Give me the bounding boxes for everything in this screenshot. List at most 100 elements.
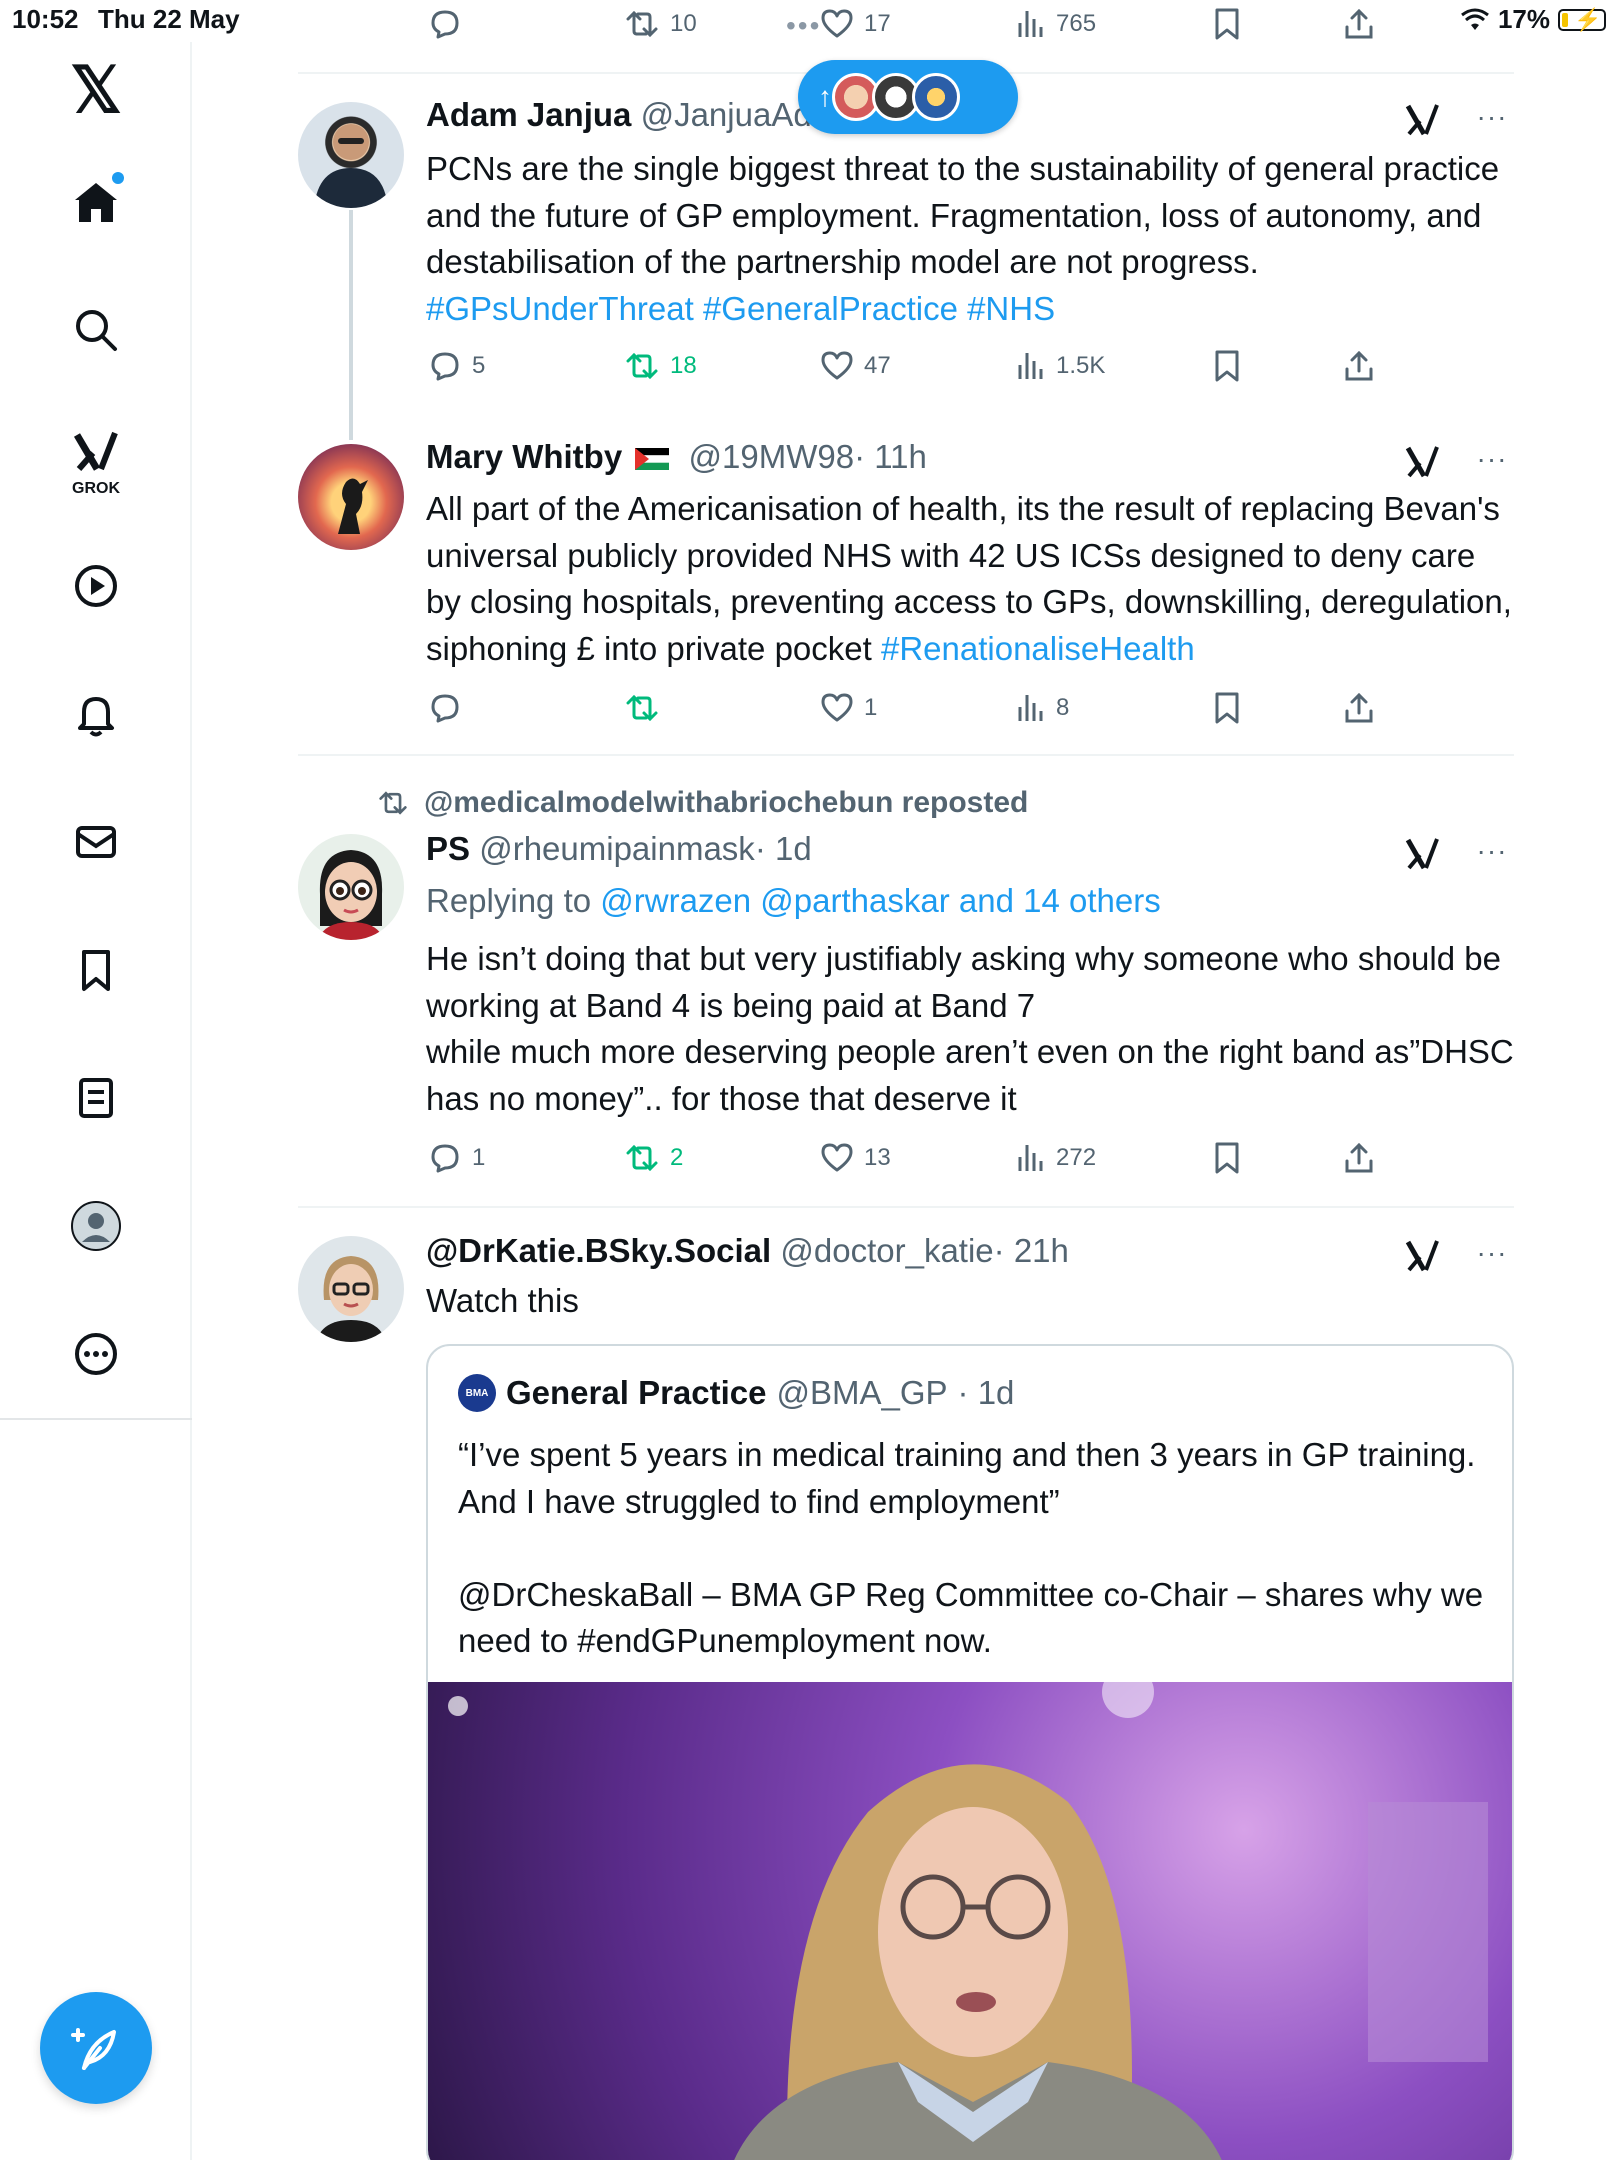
repost-indicator: @medicalmodelwithabriochebun reposted: [376, 786, 1028, 820]
status-date: Thu 22 May: [98, 4, 240, 34]
more-options-icon[interactable]: ···: [1472, 444, 1512, 484]
like-button[interactable]: 1: [820, 688, 877, 728]
bell-icon[interactable]: [66, 684, 126, 744]
grok-icon[interactable]: [1402, 442, 1442, 482]
reply-button[interactable]: 5: [428, 346, 485, 386]
status-time: 10:52: [12, 4, 79, 34]
bookmark-button[interactable]: [1212, 1138, 1242, 1178]
reply-button[interactable]: 1: [428, 1138, 485, 1178]
bookmark-button[interactable]: [1212, 346, 1242, 386]
hashtags[interactable]: #RenationaliseHealth: [881, 630, 1195, 667]
views-button[interactable]: 765: [1016, 4, 1096, 44]
tweet-header: PS @rheumipainmask· 1d: [426, 830, 812, 868]
like-button[interactable]: 13: [820, 1138, 891, 1178]
compose-button[interactable]: [40, 1992, 152, 2104]
tweet-time[interactable]: · 1d: [755, 830, 812, 867]
grok-icon[interactable]: [66, 422, 126, 482]
author-name[interactable]: PS: [426, 830, 470, 867]
avatar[interactable]: [298, 834, 404, 940]
retweet-button[interactable]: 2: [624, 1138, 683, 1178]
mail-icon[interactable]: [66, 812, 126, 872]
reply-button[interactable]: [428, 688, 462, 728]
reply-icon: [431, 1144, 459, 1173]
tweet-actions: 5 18 47 1.5K: [428, 346, 1428, 386]
views-button[interactable]: 8: [1016, 688, 1069, 728]
reply-button[interactable]: [428, 4, 462, 44]
share-icon: [1345, 8, 1373, 39]
share-button[interactable]: [1342, 688, 1376, 728]
quote-paragraph: @DrCheskaBall – BMA GP Reg Committee co-…: [458, 1575, 1484, 1660]
more-options-icon[interactable]: ···: [1472, 102, 1512, 142]
search-icon[interactable]: [66, 300, 126, 360]
share-button[interactable]: [1342, 346, 1376, 386]
author-name[interactable]: Mary Whitby: [426, 438, 622, 475]
thread-connector: [349, 210, 353, 440]
replying-to: Replying to @rwrazen @parthaskar and 14 …: [426, 882, 1161, 920]
list-icon[interactable]: [66, 1068, 126, 1128]
quote-time[interactable]: · 1d: [958, 1374, 1015, 1412]
grok-icon[interactable]: [1402, 100, 1442, 140]
replying-prefix: Replying to: [426, 882, 601, 919]
more-icon[interactable]: [66, 1324, 126, 1384]
bookmark-button[interactable]: [1212, 688, 1242, 728]
grok-icon[interactable]: [1402, 1236, 1442, 1276]
author-name[interactable]: Adam Janjua: [426, 96, 631, 133]
retweet-count: 2: [670, 1144, 684, 1171]
views-button[interactable]: 272: [1016, 1138, 1096, 1178]
share-icon: [1345, 692, 1373, 723]
quote-author-handle[interactable]: @BMA_GP: [777, 1374, 948, 1412]
grok-icon[interactable]: [1402, 834, 1442, 874]
bookmark-icon[interactable]: [66, 940, 126, 1000]
like-count: 17: [864, 10, 891, 37]
share-button[interactable]: [1342, 4, 1376, 44]
views-icon: [1018, 11, 1043, 37]
author-handle[interactable]: @19MW98: [689, 438, 855, 475]
bookmark-icon: [1215, 692, 1239, 724]
author-handle[interactable]: @JanjuaAd: [641, 96, 812, 133]
x-logo[interactable]: 𝕏: [66, 58, 126, 122]
avatar[interactable]: [298, 1236, 404, 1342]
more-options-icon[interactable]: ···: [1472, 836, 1512, 876]
video-thumbnail[interactable]: [428, 1682, 1512, 2160]
avatar[interactable]: [298, 102, 404, 208]
profile-icon[interactable]: [66, 1196, 126, 1256]
reply-icon: [431, 10, 459, 39]
tweet-text-line: He isn’t doing that but very justifiably…: [426, 940, 1501, 1024]
new-post-avatar: [912, 73, 960, 121]
multitask-dots-icon[interactable]: •••: [786, 10, 821, 42]
retweet-button[interactable]: 18: [624, 346, 697, 386]
like-button[interactable]: 47: [820, 346, 891, 386]
like-button[interactable]: 17: [820, 4, 891, 44]
share-icon: [1345, 350, 1373, 381]
retweet-button[interactable]: [624, 688, 660, 728]
status-indicators: 17% ⚡: [1460, 4, 1606, 35]
more-options-icon[interactable]: ···: [1472, 1238, 1512, 1278]
author-handle[interactable]: @doctor_katie: [780, 1232, 993, 1269]
retweet-icon: [379, 791, 407, 815]
bookmark-button[interactable]: [1212, 4, 1242, 44]
video-icon[interactable]: [66, 556, 126, 616]
quoted-tweet[interactable]: BMA General Practice @BMA_GP · 1d “I’ve s…: [426, 1344, 1514, 2160]
avatar[interactable]: [298, 444, 404, 550]
author-name[interactable]: @DrKatie.BSky.Social: [426, 1232, 771, 1269]
tweet-time[interactable]: · 21h: [994, 1232, 1069, 1269]
views-icon: [1018, 1145, 1043, 1171]
replying-to-users[interactable]: @rwrazen @parthaskar and 14 others: [600, 882, 1160, 919]
new-posts-pill[interactable]: ↑: [798, 60, 1018, 134]
tweet-header: @DrKatie.BSky.Social @doctor_katie· 21h: [426, 1232, 1069, 1270]
repost-by[interactable]: @medicalmodelwithabriochebun reposted: [424, 786, 1028, 820]
tweet-time[interactable]: · 11h: [854, 438, 927, 475]
like-count: 47: [864, 352, 891, 379]
like-icon: [821, 9, 853, 38]
quote-author-name[interactable]: General Practice: [506, 1374, 767, 1412]
home-icon[interactable]: [66, 172, 126, 232]
retweet-button[interactable]: 10: [624, 4, 697, 44]
retweet-icon: [626, 694, 658, 722]
views-button[interactable]: 1.5K: [1016, 346, 1105, 386]
hashtags[interactable]: #GPsUnderThreat #GeneralPractice #NHS: [426, 290, 1055, 327]
bookmark-icon: [1215, 1142, 1239, 1174]
author-handle[interactable]: @rheumipainmask: [479, 830, 755, 867]
bma-logo-icon: BMA: [458, 1374, 496, 1412]
share-button[interactable]: [1342, 1138, 1376, 1178]
sidebar: 𝕏 GROK: [0, 42, 192, 2160]
